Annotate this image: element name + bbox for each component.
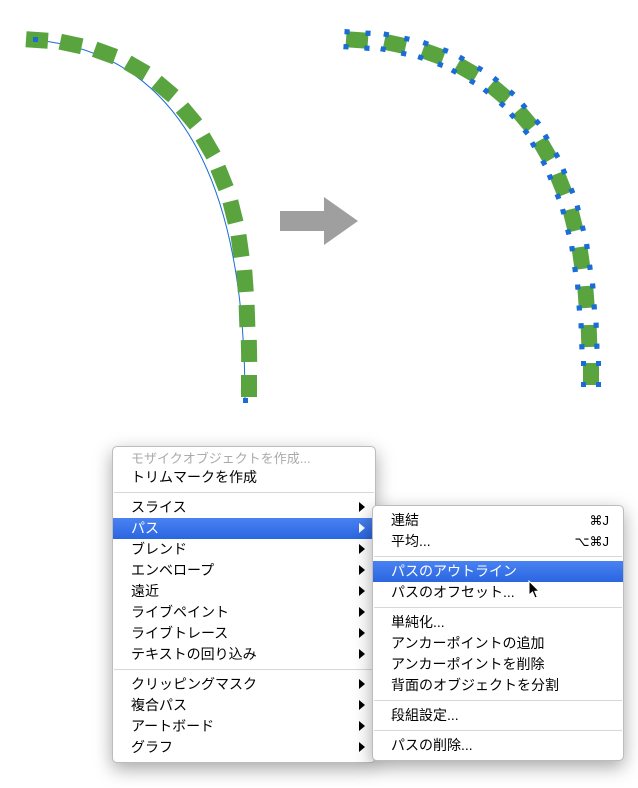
menu-item-label: 連結 [391,512,419,528]
menu-item-offset-path[interactable]: パスのオフセット... [373,582,623,603]
submenu-arrow-icon [359,565,365,575]
menu-separator [374,607,622,608]
menu-item-divide-below[interactable]: 背面のオブジェクトを分割 [373,675,623,696]
menu-item-label: パスのアウトライン [391,563,517,579]
submenu-arrow-icon [359,721,365,731]
menu-item-compound-path[interactable]: 複合パス [113,695,375,716]
submenu-arrow-icon [359,649,365,659]
submenu-arrow-icon [359,628,365,638]
menu-item-add-anchor[interactable]: アンカーポイントの追加 [373,633,623,654]
menu-item-rows-columns[interactable]: 段組設定... [373,705,623,726]
submenu-arrow-icon [359,700,365,710]
menu-item-graph[interactable]: グラフ [113,737,375,758]
menu-separator [114,492,374,493]
menu-item-label: クリッピングマスク [131,676,257,692]
menu-item-join[interactable]: 連結 ⌘J [373,510,623,531]
menu-item-remove-anchor[interactable]: アンカーポイントを削除 [373,654,623,675]
menu-item-live-trace[interactable]: ライブトレース [113,623,375,644]
menu-item-label: グラフ [131,739,173,755]
submenu-arrow-icon [359,502,365,512]
submenu-arrow-icon [359,607,365,617]
menu-separator [374,730,622,731]
menu-item-clipping-mask[interactable]: クリッピングマスク [113,674,375,695]
menu-separator [374,700,622,701]
menu-item-label: ライブトレース [131,625,228,641]
menu-item-create-trim-marks[interactable]: トリムマークを作成 [113,467,375,488]
submenu-arrow-icon [359,523,365,533]
menu-item-cleanup[interactable]: パスの削除... [373,735,623,756]
arrow-icon [280,193,362,252]
context-menu-main[interactable]: モザイクオブジェクトを作成... トリムマークを作成 スライス パス ブレンド … [112,446,376,763]
menu-item-label: トリムマークを作成 [131,469,257,485]
menu-item-label: テキストの回り込み [131,646,257,662]
menu-item-label: パスのオフセット... [391,584,515,600]
menu-item-outline-stroke[interactable]: パスのアウトライン [373,561,623,582]
menu-item-clipped[interactable]: モザイクオブジェクトを作成... [113,451,375,467]
submenu-arrow-icon [359,544,365,554]
menu-item-label: 遠近 [131,583,159,599]
menu-item-label: アンカーポイントを削除 [391,656,544,672]
menu-item-artboards[interactable]: アートボード [113,716,375,737]
menu-item-label: アンカーポイントの追加 [391,635,544,651]
context-menu-path[interactable]: 連結 ⌘J 平均... ⌥⌘J パスのアウトライン パスのオフセット... 単純… [372,505,624,761]
menu-item-label: 背面のオブジェクトを分割 [391,677,559,693]
menu-item-perspective[interactable]: 遠近 [113,581,375,602]
illustration-area [0,0,638,430]
menu-item-shortcut: ⌥⌘J [575,531,609,552]
menu-item-text-wrap[interactable]: テキストの回り込み [113,644,375,665]
menu-item-label: 平均... [391,533,431,549]
menu-item-path[interactable]: パス [113,518,375,539]
submenu-arrow-icon [359,742,365,752]
menu-separator [374,556,622,557]
menu-item-slice[interactable]: スライス [113,497,375,518]
menu-item-label: ライブペイント [131,604,229,620]
submenu-arrow-icon [359,586,365,596]
menu-item-envelope[interactable]: エンベロープ [113,560,375,581]
menu-item-label: 複合パス [131,697,187,713]
menu-item-label: スライス [131,499,187,515]
menu-item-average[interactable]: 平均... ⌥⌘J [373,531,623,552]
menu-item-simplify[interactable]: 単純化... [373,612,623,633]
menu-item-label: アートボード [131,718,214,734]
menu-separator [114,669,374,670]
menu-item-label: 段組設定... [391,707,459,723]
menu-item-label: 単純化... [391,614,445,630]
menu-item-label: ブレンド [131,541,187,557]
menu-item-blend[interactable]: ブレンド [113,539,375,560]
menu-item-label: パスの削除... [391,737,473,753]
menu-item-live-paint[interactable]: ライブペイント [113,602,375,623]
submenu-arrow-icon [359,679,365,689]
menu-item-label: エンベロープ [131,562,214,578]
menu-item-shortcut: ⌘J [590,510,610,531]
menu-item-label: パス [131,520,159,536]
